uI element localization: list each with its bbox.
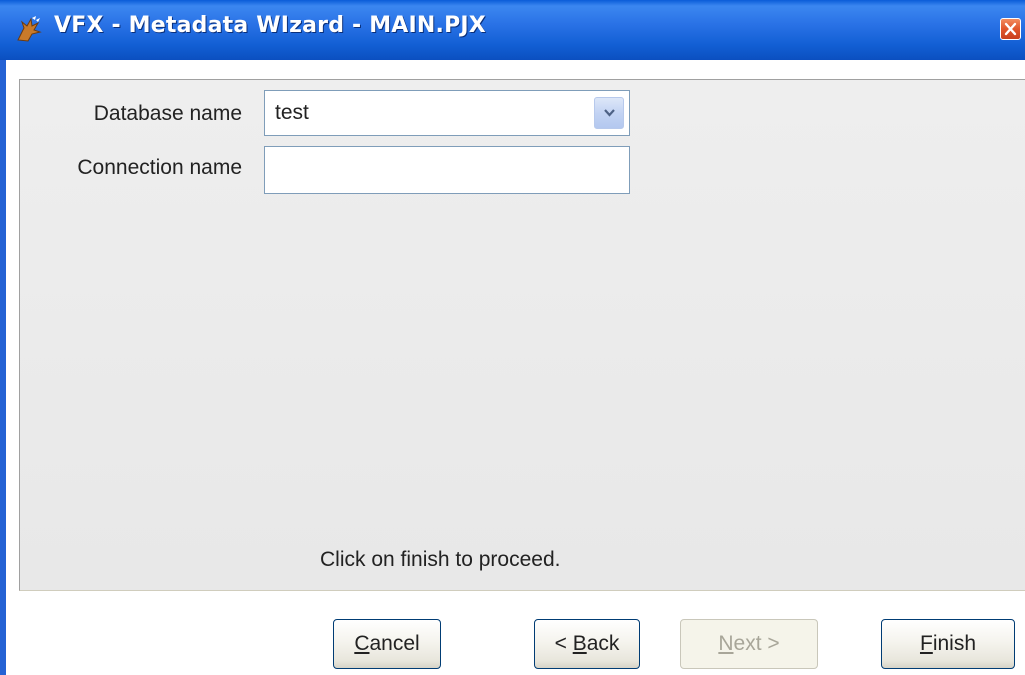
cancel-button[interactable]: Cancel (333, 619, 441, 669)
wizard-window: VFX - Metadata WIzard - MAIN.PJX Databas… (0, 0, 1025, 675)
back-button[interactable]: < Back (534, 619, 640, 669)
finish-button[interactable]: Finish (881, 619, 1015, 669)
window-title: VFX - Metadata WIzard - MAIN.PJX (54, 13, 486, 38)
instruction-text: Click on finish to proceed. (320, 548, 561, 571)
connection-name-field[interactable] (264, 146, 630, 194)
title-bar[interactable]: VFX - Metadata WIzard - MAIN.PJX (0, 0, 1025, 60)
fox-app-icon (14, 14, 44, 44)
database-name-label: Database name (93, 102, 242, 125)
window-frame-left (0, 60, 6, 675)
database-name-value: test (275, 101, 309, 124)
next-button[interactable]: Next > (680, 619, 818, 669)
connection-name-label: Connection name (77, 156, 242, 179)
database-name-combo[interactable]: test (264, 90, 630, 136)
close-icon[interactable] (1000, 18, 1021, 40)
chevron-down-icon[interactable] (594, 97, 624, 129)
